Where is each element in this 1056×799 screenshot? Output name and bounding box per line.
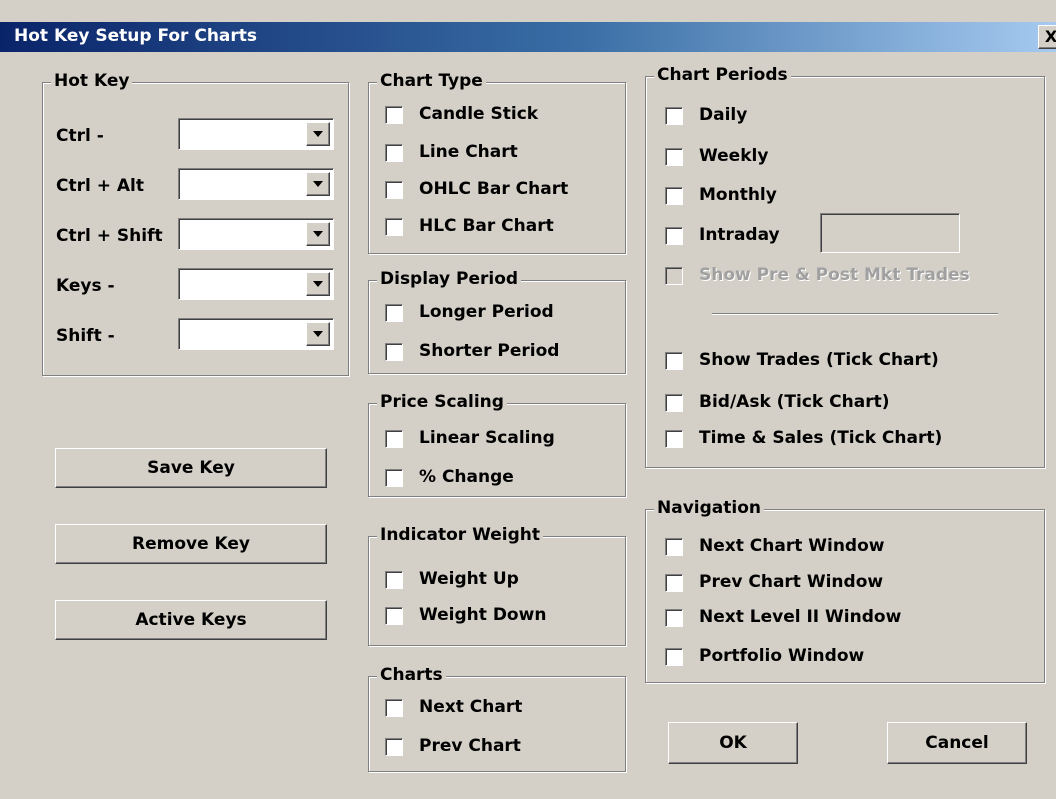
close-button[interactable]: X [1038,25,1056,49]
chevron-down-icon[interactable] [306,122,330,146]
chart-periods-title: Chart Periods [654,65,791,85]
chevron-down-icon[interactable] [306,322,330,346]
ok-button[interactable]: OK [668,722,798,764]
hotkey-label-ctrl-alt: Ctrl + Alt [56,176,145,196]
active-keys-button[interactable]: Active Keys [55,600,327,640]
charts-title: Charts [377,665,446,685]
hotkey-select-ctrl[interactable] [178,118,334,150]
hotkey-label-keys: Keys - [56,276,115,296]
hotkey-label-ctrl-shift: Ctrl + Shift [56,226,163,246]
hotkey-select-keys[interactable] [178,268,334,300]
window-title: Hot Key Setup For Charts [14,26,258,46]
save-key-button[interactable]: Save Key [55,448,327,488]
cancel-button[interactable]: Cancel [887,722,1027,764]
separator [712,313,998,315]
chevron-down-icon[interactable] [306,272,330,296]
chevron-down-icon[interactable] [306,222,330,246]
indicator-weight-title: Indicator Weight [377,525,543,545]
hotkey-select-shift[interactable] [178,318,334,350]
hotkey-select-ctrl-shift[interactable] [178,218,334,250]
charts-group: Charts [368,665,626,772]
hotkey-select-ctrl-alt[interactable] [178,168,334,200]
chart-type-title: Chart Type [377,71,486,91]
indicator-weight-group: Indicator Weight [368,525,626,646]
intraday-interval-input [820,213,960,253]
hotkey-label-shift: Shift - [56,326,115,346]
remove-key-button[interactable]: Remove Key [55,524,327,564]
close-icon: X [1044,27,1056,46]
display-period-title: Display Period [377,269,522,289]
title-bar: Hot Key Setup For Charts X [0,22,1056,52]
chevron-down-icon[interactable] [306,172,330,196]
hotkey-label-ctrl: Ctrl - [56,126,104,146]
price-scaling-title: Price Scaling [377,392,507,412]
hotkey-group-title: Hot Key [51,71,133,91]
navigation-title: Navigation [654,498,764,518]
